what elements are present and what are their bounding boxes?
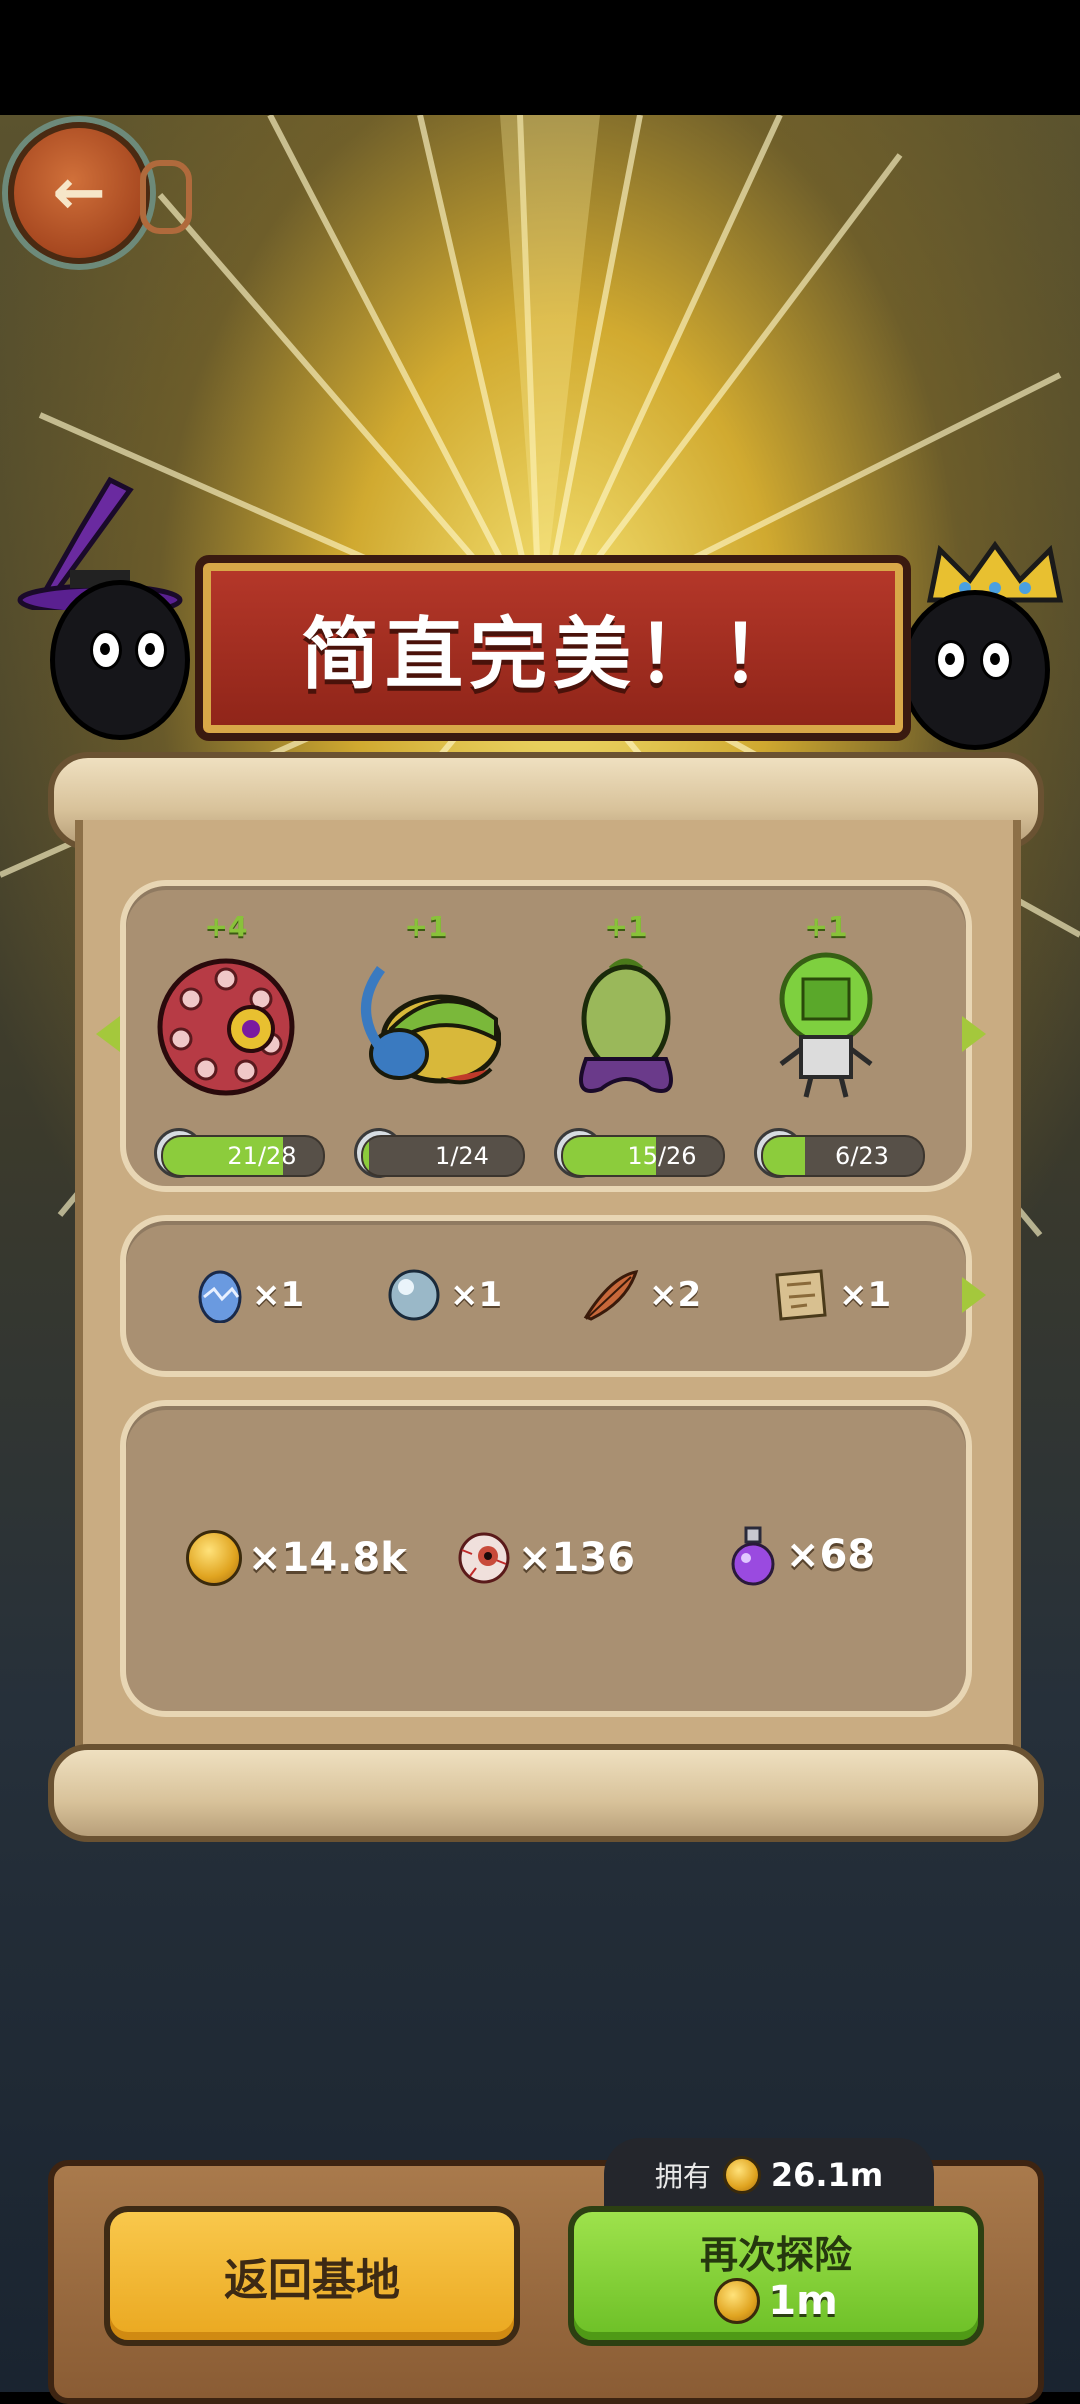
explore-cost-value: 1m bbox=[768, 2278, 838, 2324]
feather-icon bbox=[583, 1270, 639, 1321]
creature-gain: +1 bbox=[804, 910, 848, 943]
resource-count: ×136 bbox=[518, 1535, 636, 1581]
result-title: 简直完美！！ bbox=[300, 610, 805, 700]
creature-progress: 6/23 bbox=[761, 1135, 925, 1177]
back-button-notch bbox=[140, 160, 192, 234]
prev-arrow-icon[interactable] bbox=[96, 1016, 120, 1052]
status-bar bbox=[0, 0, 1080, 115]
resource-entry: ×136 bbox=[456, 1530, 635, 1586]
item-count: ×1 bbox=[450, 1275, 503, 1315]
resource-count: ×14.8k bbox=[248, 1535, 407, 1581]
back-button[interactable]: ← bbox=[8, 122, 150, 264]
gold-coin-icon bbox=[714, 2278, 761, 2324]
item-count: ×1 bbox=[839, 1275, 892, 1315]
beetle-creature-icon bbox=[361, 966, 502, 1085]
map-scroll-icon bbox=[775, 1269, 827, 1321]
pearl-icon bbox=[388, 1269, 440, 1321]
eyeball-icon bbox=[458, 1532, 510, 1584]
robot-creature-icon bbox=[779, 952, 873, 1098]
scroll-bottom-rod bbox=[48, 1744, 1044, 1842]
resource-entry: ×14.8k bbox=[186, 1530, 407, 1586]
explore-again-label: 再次探险 bbox=[699, 2233, 852, 2277]
owned-label: 拥有 bbox=[654, 2160, 711, 2193]
creature-progress: 21/28 bbox=[161, 1135, 325, 1177]
items-panel: ×1 ×1 ×2 ×1 bbox=[120, 1215, 986, 1377]
next-arrow-icon[interactable] bbox=[962, 1016, 986, 1052]
creature-card[interactable]: +4 21/28 bbox=[126, 910, 326, 1178]
owned-coins-display: 拥有 26.1m bbox=[604, 2138, 934, 2212]
creature-gain: +1 bbox=[604, 910, 648, 943]
owned-value: 26.1m bbox=[770, 2156, 884, 2194]
creature-card[interactable]: +1 6/23 bbox=[726, 910, 926, 1178]
pod-creature-icon bbox=[579, 958, 673, 1093]
creature-progress: 1/24 bbox=[361, 1135, 525, 1177]
next-arrow-icon[interactable] bbox=[962, 1277, 986, 1313]
explore-cost: 1m bbox=[574, 2278, 978, 2324]
gold-coin-icon bbox=[186, 1530, 242, 1586]
creatures-panel: +4 21/28 +1 1/24 +1 15/26 +1 6/23 bbox=[96, 880, 986, 1192]
creature-gain: +4 bbox=[204, 910, 248, 943]
anemone-creature-icon bbox=[157, 958, 295, 1096]
creature-card[interactable]: +1 15/26 bbox=[526, 910, 726, 1178]
item-entry[interactable]: ×2 bbox=[581, 1267, 701, 1323]
gold-coin-icon bbox=[722, 2156, 761, 2194]
explore-again-button[interactable]: 再次探险 1m bbox=[568, 2206, 984, 2346]
resources-panel: ×14.8k ×136 ×68 bbox=[120, 1400, 972, 1717]
witch-mascot bbox=[10, 460, 210, 760]
creature-gain: +1 bbox=[404, 910, 448, 943]
potion-icon bbox=[731, 1526, 775, 1586]
item-entry[interactable]: ×1 bbox=[196, 1267, 304, 1323]
item-count: ×2 bbox=[649, 1275, 702, 1315]
creature-progress: 15/26 bbox=[561, 1135, 725, 1177]
return-base-button[interactable]: 返回基地 bbox=[104, 2206, 520, 2346]
resource-entry: ×68 bbox=[726, 1524, 875, 1586]
arrow-left-icon: ← bbox=[52, 156, 106, 230]
result-banner: 简直完美！！ bbox=[195, 555, 911, 741]
creature-card[interactable]: +1 1/24 bbox=[326, 910, 526, 1178]
item-count: ×1 bbox=[252, 1275, 305, 1315]
return-base-label: 返回基地 bbox=[224, 2255, 400, 2306]
item-entry[interactable]: ×1 bbox=[771, 1267, 891, 1323]
egg-icon bbox=[198, 1270, 242, 1323]
item-entry[interactable]: ×1 bbox=[386, 1267, 502, 1323]
resource-count: ×68 bbox=[786, 1532, 876, 1578]
